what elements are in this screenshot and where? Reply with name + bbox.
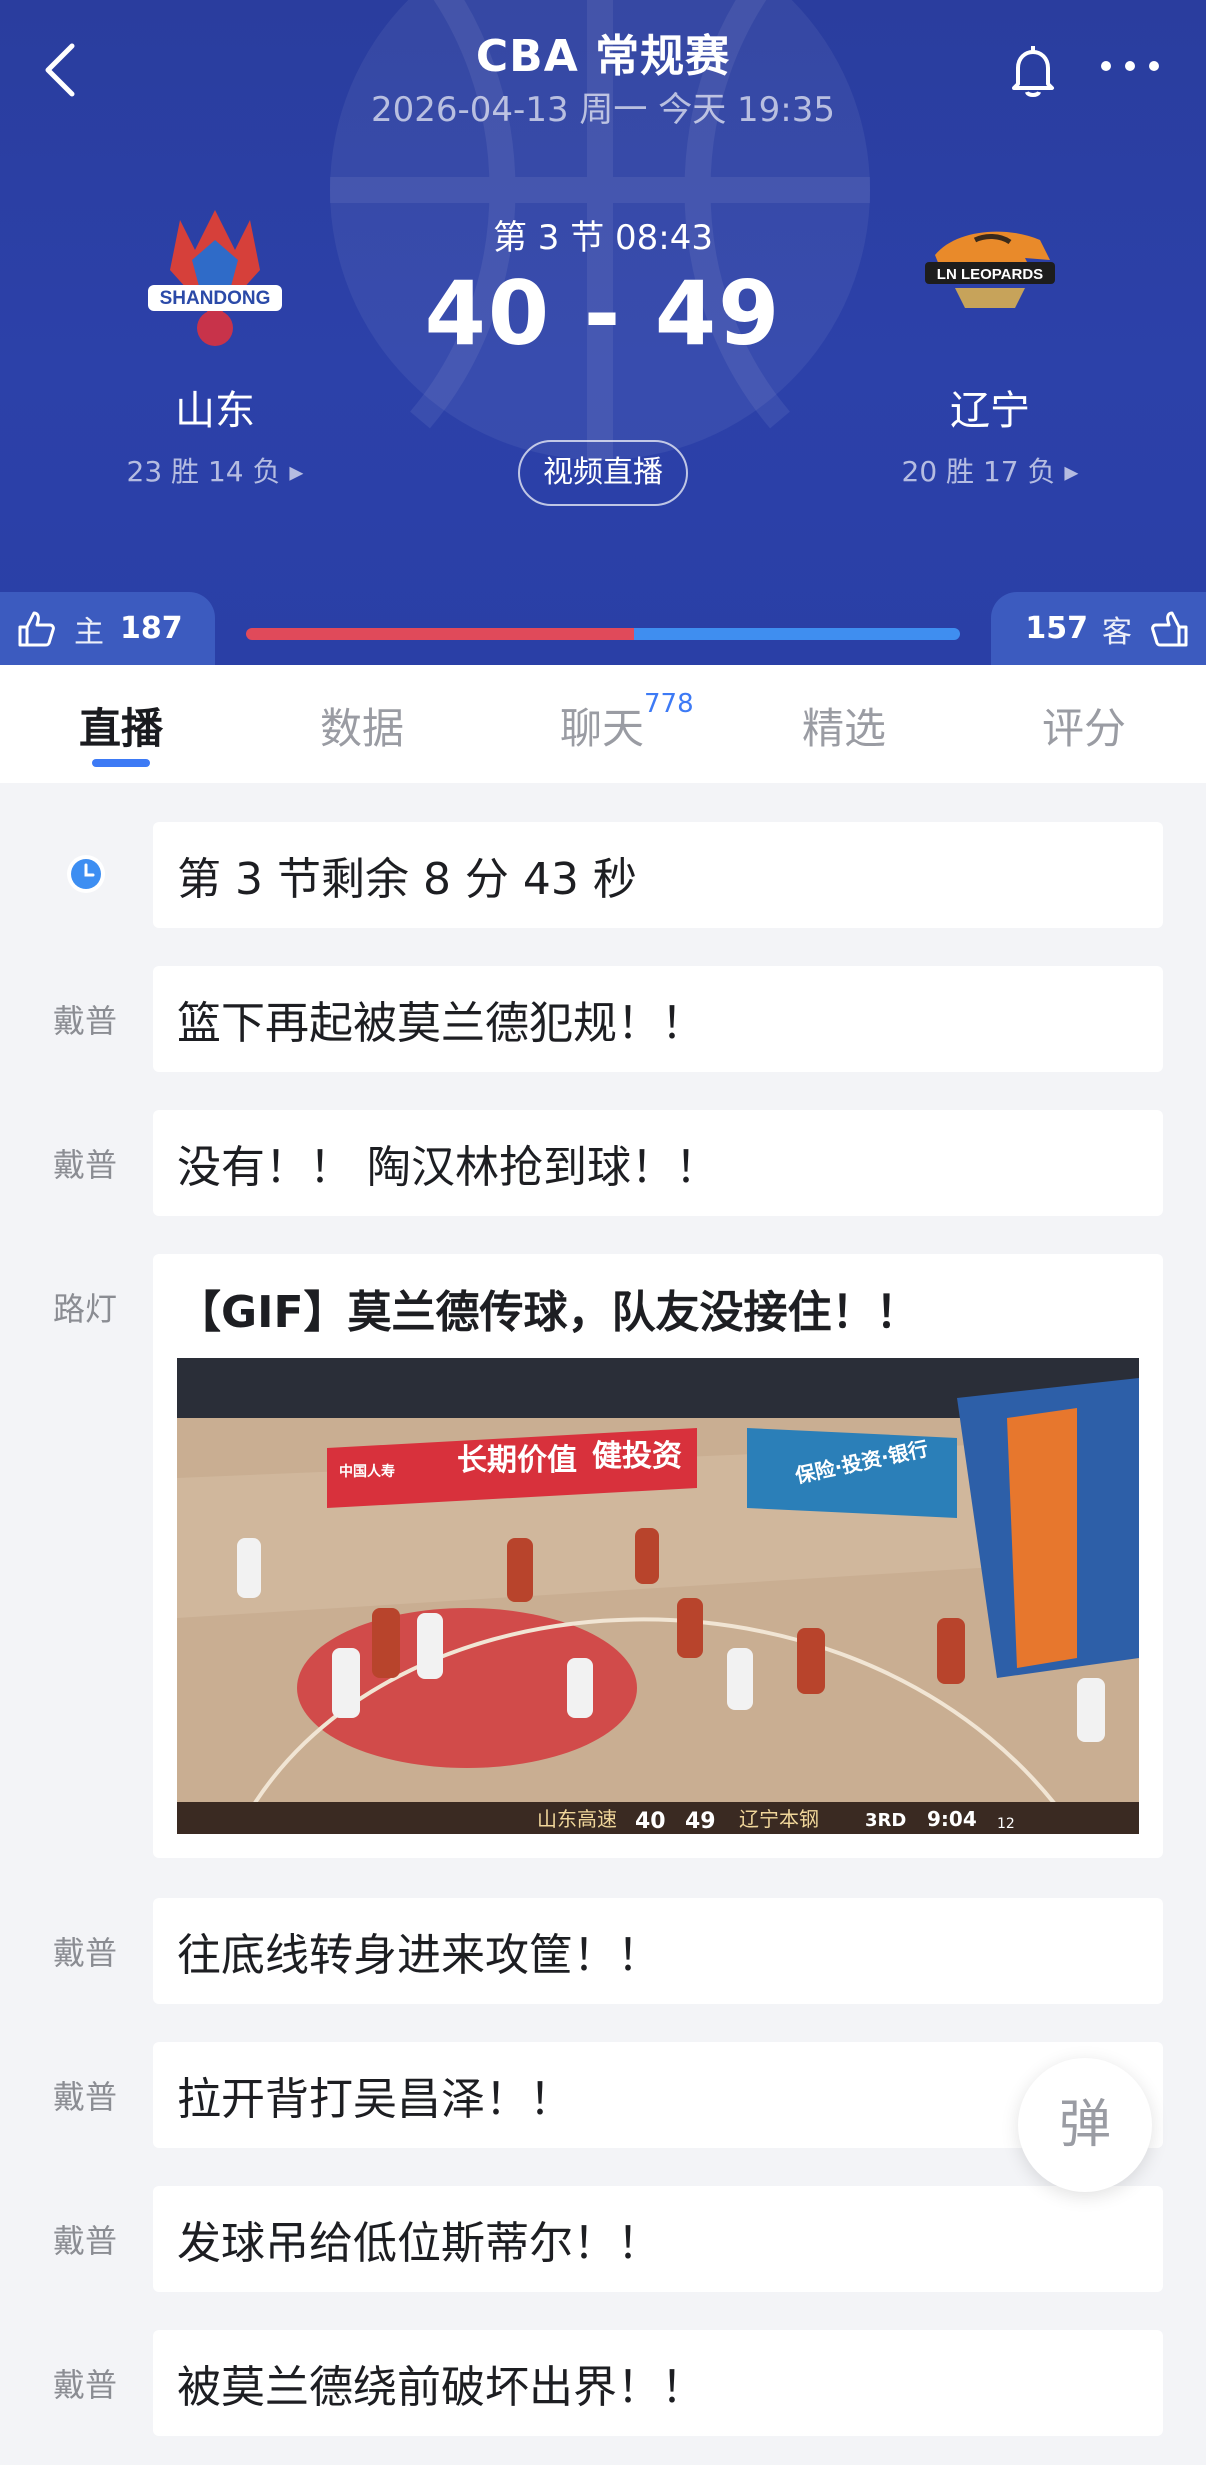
feed-text: 【GIF】莫兰德传球，队友没接住！！ [177,1287,920,1338]
away-support-bar [634,628,960,640]
tab-live[interactable]: 直播 [41,695,201,756]
feed-text: 被莫兰德绕前破坏出界！！ [153,2330,1163,2436]
tab-ratings[interactable]: 评分 [1004,695,1164,756]
commentator-name: 路灯 [52,1290,117,1328]
gif-clock: 9:04 [927,1807,977,1831]
home-team-name: 山东 [175,388,255,434]
gif-score-away: 辽宁本钢 [739,1807,819,1831]
gif-score-home-value: 40 [635,1809,666,1834]
feed-text: 往底线转身进来攻筐！！ [153,1898,1163,2004]
tab-active-indicator [92,759,150,767]
tab-highlights[interactable]: 精选 [764,695,924,756]
thumb-up-icon [18,611,55,646]
tab-chat[interactable]: 聊天 778 [522,689,694,756]
feed-text: 拉开背打吴昌泽！！ [153,2042,1163,2148]
feed-text: 发球吊给低位斯蒂尔！！ [153,2186,1163,2292]
bell-icon[interactable] [1008,44,1058,100]
commentator-name: 戴普 [52,1934,117,1972]
gif-period: 3RD [865,1810,906,1831]
away-team-record: 20 胜 17 负 ▸ [901,455,1079,488]
tab-bar: 直播 数据 聊天 778 精选 评分 [0,665,1206,783]
ad-board-text: 健投资 [592,1439,682,1474]
gif-image[interactable]: 长期价值 健投资 中国人寿 保险·投资·银行 山东高速 40 49 辽宁本钢 3… [177,1358,1139,1834]
ad-board-text: 中国人寿 [339,1463,395,1480]
danmu-button[interactable]: 弹 [1018,2058,1152,2192]
feed-text: 篮下再起被莫兰德犯规！！ [153,966,1163,1072]
commentator-name: 戴普 [52,2366,117,2404]
home-like-count: 187 [120,611,183,646]
home-support-bar [246,628,634,640]
chat-count-badge: 778 [644,689,694,719]
home-like-label: 主 [74,614,104,650]
match-header: CBA 常规赛 2026-04-13 周一 今天 19:35 SHANDONG … [0,0,1206,665]
away-like-count: 157 [1025,611,1088,646]
commentator-name: 戴普 [52,2222,117,2260]
commentator-name: 戴普 [52,1146,117,1184]
commentator-name: 戴普 [52,2078,117,2116]
more-icon[interactable] [1098,56,1162,76]
gif-score-away-value: 49 [685,1809,716,1834]
home-like-button[interactable]: 主 187 [0,592,215,665]
home-team-record: 23 胜 14 负 ▸ [126,455,304,488]
score: 40 - 49 [424,262,782,365]
clock-icon [67,855,105,893]
period-clock: 第 3 节 08:43 [492,218,714,258]
support-bar: 主 187 157 客 [0,592,1206,665]
video-live-button[interactable]: 视频直播 [518,440,688,506]
gif-card[interactable]: 【GIF】莫兰德传球，队友没接住！！ 长期价值 健投资 中国人寿 保险·投资·银… [153,1254,1163,1858]
away-team-name: 辽宁 [950,388,1030,434]
thumb-up-icon [1151,611,1188,646]
tab-data[interactable]: 数据 [282,695,442,756]
away-like-button[interactable]: 157 客 [991,592,1206,665]
feed-text: 没有！！ 陶汉林抢到球！！ [153,1110,1163,1216]
period-status-card: 第 3 节剩余 8 分 43 秒 [153,822,1163,928]
tab-chat-label: 聊天 [559,704,644,753]
away-like-label: 客 [1102,614,1132,650]
gif-shot-clock: 12 [997,1816,1015,1832]
ad-board-text: 长期价值 [457,1443,577,1478]
commentator-name: 戴普 [52,1002,117,1040]
gif-score-home: 山东高速 [537,1807,617,1831]
